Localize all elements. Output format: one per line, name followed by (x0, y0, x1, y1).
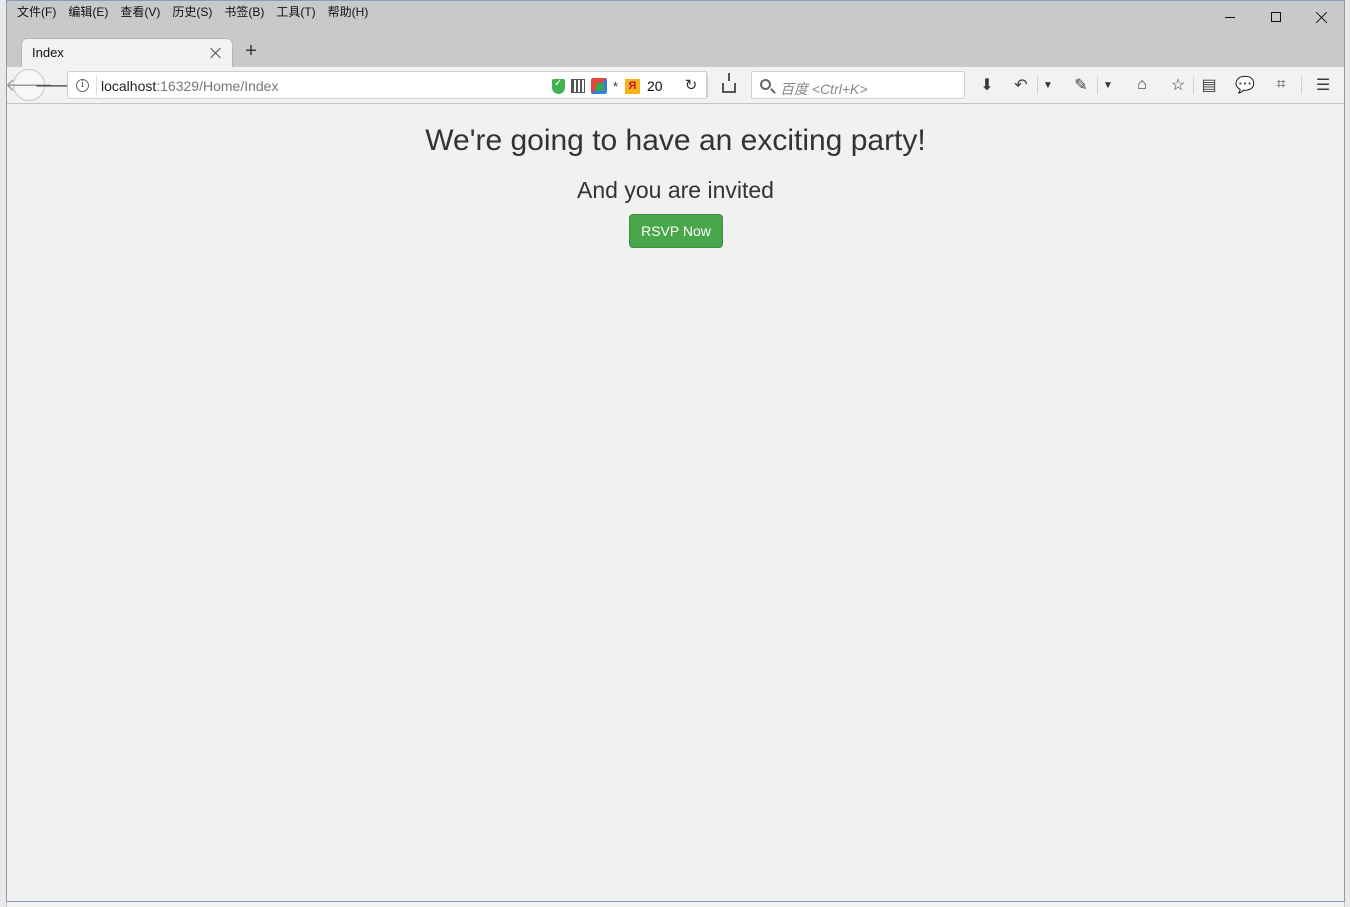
chat-button[interactable]: 💬 (1233, 73, 1257, 97)
toolbar-separator (1037, 76, 1038, 94)
menu-history[interactable]: 历史(S) (166, 4, 218, 22)
menu-icon: ☰ (1315, 77, 1331, 94)
count-badge: 20 (647, 78, 663, 94)
minimize-button[interactable] (1207, 5, 1253, 29)
crop-icon: ⌗ (1276, 76, 1286, 93)
menu-edit[interactable]: 编辑(E) (62, 4, 114, 22)
yandex-icon[interactable]: Я (625, 78, 640, 94)
page-headline: We're going to have an exciting party! (425, 124, 926, 157)
url-bar[interactable]: i localhost:16329/Home/Index * Я 20 (67, 71, 707, 99)
downloads-button[interactable]: ⬇ (975, 73, 999, 97)
undo-icon: ↶ (1014, 77, 1028, 94)
navigation-bar: 🡐 🡒 i localhost:16329/Home/Index * Я 20 (5, 67, 1344, 104)
feather-dropdown-button[interactable]: ▼ (1099, 73, 1117, 97)
feather-icon: ✎ (1074, 77, 1088, 94)
undo-dropdown-button[interactable]: ▼ (1039, 73, 1057, 97)
download-icon: ⬇ (980, 77, 994, 94)
menu-button[interactable]: ☰ (1311, 73, 1335, 97)
reload-icon: ↻ (684, 77, 698, 94)
clipboard-button[interactable]: ▤ (1197, 73, 1221, 97)
bookmark-star-button[interactable]: ☆ (1166, 73, 1190, 97)
undo-button[interactable]: ↶ (1009, 73, 1033, 97)
search-icon (760, 79, 771, 90)
url-separator (96, 75, 97, 97)
page-content: We're going to have an exciting party! A… (7, 105, 1344, 901)
menu-file[interactable]: 文件(F) (11, 4, 62, 22)
home-icon: ⌂ (1137, 76, 1147, 93)
minimize-icon (1225, 16, 1235, 18)
new-tab-button[interactable]: + (241, 41, 261, 61)
search-bar[interactable]: 百度 <Ctrl+K> (751, 71, 965, 99)
maximize-button[interactable] (1253, 5, 1299, 29)
download-tray-button[interactable] (717, 73, 741, 97)
download-tray-icon (722, 73, 736, 93)
search-placeholder: 百度 <Ctrl+K> (780, 81, 868, 97)
rsvp-button[interactable]: RSVP Now (629, 214, 723, 248)
maximize-icon (1271, 12, 1281, 22)
page-subheadline: And you are invited (577, 177, 774, 203)
url-extension-icons: * Я 20 (552, 77, 663, 95)
qr-code-icon[interactable] (571, 79, 585, 93)
tab-close-icon[interactable] (208, 45, 224, 61)
menu-help[interactable]: 帮助(H) (322, 4, 375, 22)
toolbar-separator (1097, 76, 1098, 94)
browser-window: 文件(F) 编辑(E) 查看(V) 历史(S) 书签(B) 工具(T) 帮助(H… (5, 0, 1345, 902)
clipboard-icon: ▤ (1201, 77, 1217, 94)
url-path: :16329/Home/Index (156, 78, 279, 94)
screen: 文件(F) 编辑(E) 查看(V) 历史(S) 书签(B) 工具(T) 帮助(H… (0, 0, 1350, 907)
toolbar-separator (1193, 76, 1194, 94)
asterisk-icon[interactable]: * (613, 79, 619, 94)
star-icon: ☆ (1170, 77, 1186, 94)
info-icon[interactable]: i (76, 79, 89, 92)
home-button[interactable]: ⌂ (1130, 73, 1154, 97)
reload-button[interactable]: ↻ (679, 73, 703, 97)
crop-button[interactable]: ⌗ (1269, 73, 1293, 97)
toolbar-separator (707, 75, 708, 97)
shield-icon[interactable] (552, 78, 565, 94)
tab-title: Index (32, 45, 64, 60)
menu-bar: 文件(F) 编辑(E) 查看(V) 历史(S) 书签(B) 工具(T) 帮助(H… (11, 4, 374, 22)
chevron-down-icon: ▼ (1103, 79, 1113, 91)
chat-icon: 💬 (1235, 77, 1255, 94)
close-window-button[interactable] (1299, 5, 1345, 29)
menu-tools[interactable]: 工具(T) (270, 4, 321, 22)
menu-bookmarks[interactable]: 书签(B) (218, 4, 270, 22)
title-bar: 文件(F) 编辑(E) 查看(V) 历史(S) 书签(B) 工具(T) 帮助(H… (7, 1, 1345, 68)
tab-index[interactable]: Index (21, 38, 233, 68)
menu-view[interactable]: 查看(V) (114, 4, 166, 22)
multi-color-icon[interactable] (591, 78, 607, 94)
chevron-down-icon: ▼ (1043, 79, 1053, 91)
close-icon (1316, 11, 1328, 23)
forward-button[interactable]: 🡒 (35, 73, 78, 97)
url-host: localhost (101, 78, 157, 94)
toolbar-separator (1301, 76, 1302, 94)
feather-button[interactable]: ✎ (1069, 73, 1093, 97)
url-text[interactable]: localhost:16329/Home/Index (101, 78, 278, 94)
